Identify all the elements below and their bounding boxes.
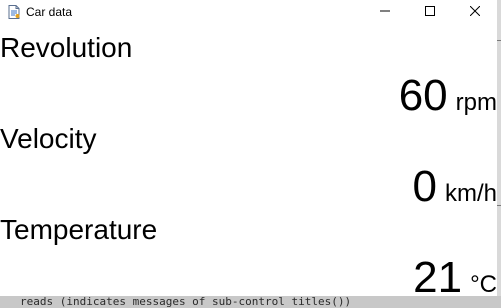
background-console: reads (indicates messages of sub-control… <box>0 296 501 308</box>
revolution-unit: rpm <box>455 89 497 116</box>
revolution-readout: 60 rpm <box>399 74 497 118</box>
maximize-button[interactable] <box>407 0 452 24</box>
revolution-label: Revolution <box>0 32 133 63</box>
document-icon <box>6 4 22 20</box>
minimize-icon <box>379 3 390 21</box>
background-console-text: reads (indicates messages of sub-control… <box>20 296 352 308</box>
temperature-readout: 21 °C <box>413 253 497 297</box>
temperature-label: Temperature <box>0 214 158 245</box>
background-divider <box>497 40 501 41</box>
window-title: Car data <box>26 5 73 19</box>
maximize-icon <box>424 3 435 21</box>
close-button[interactable] <box>452 0 497 24</box>
background-window-edge <box>497 0 501 308</box>
app-window: Car data Revolution 60 rpm Velocity 0 km… <box>0 0 497 296</box>
close-icon <box>469 3 480 21</box>
velocity-value: 0 <box>412 162 437 211</box>
background-divider <box>497 205 501 206</box>
velocity-readout: 0 km/h <box>413 165 498 209</box>
minimize-button[interactable] <box>362 0 407 24</box>
title-bar[interactable]: Car data <box>0 0 497 24</box>
velocity-unit: km/h <box>444 180 497 207</box>
revolution-value: 60 <box>398 71 448 120</box>
velocity-label: Velocity <box>0 123 97 154</box>
temperature-unit: °C <box>470 271 497 297</box>
temperature-value: 21 <box>413 253 463 297</box>
